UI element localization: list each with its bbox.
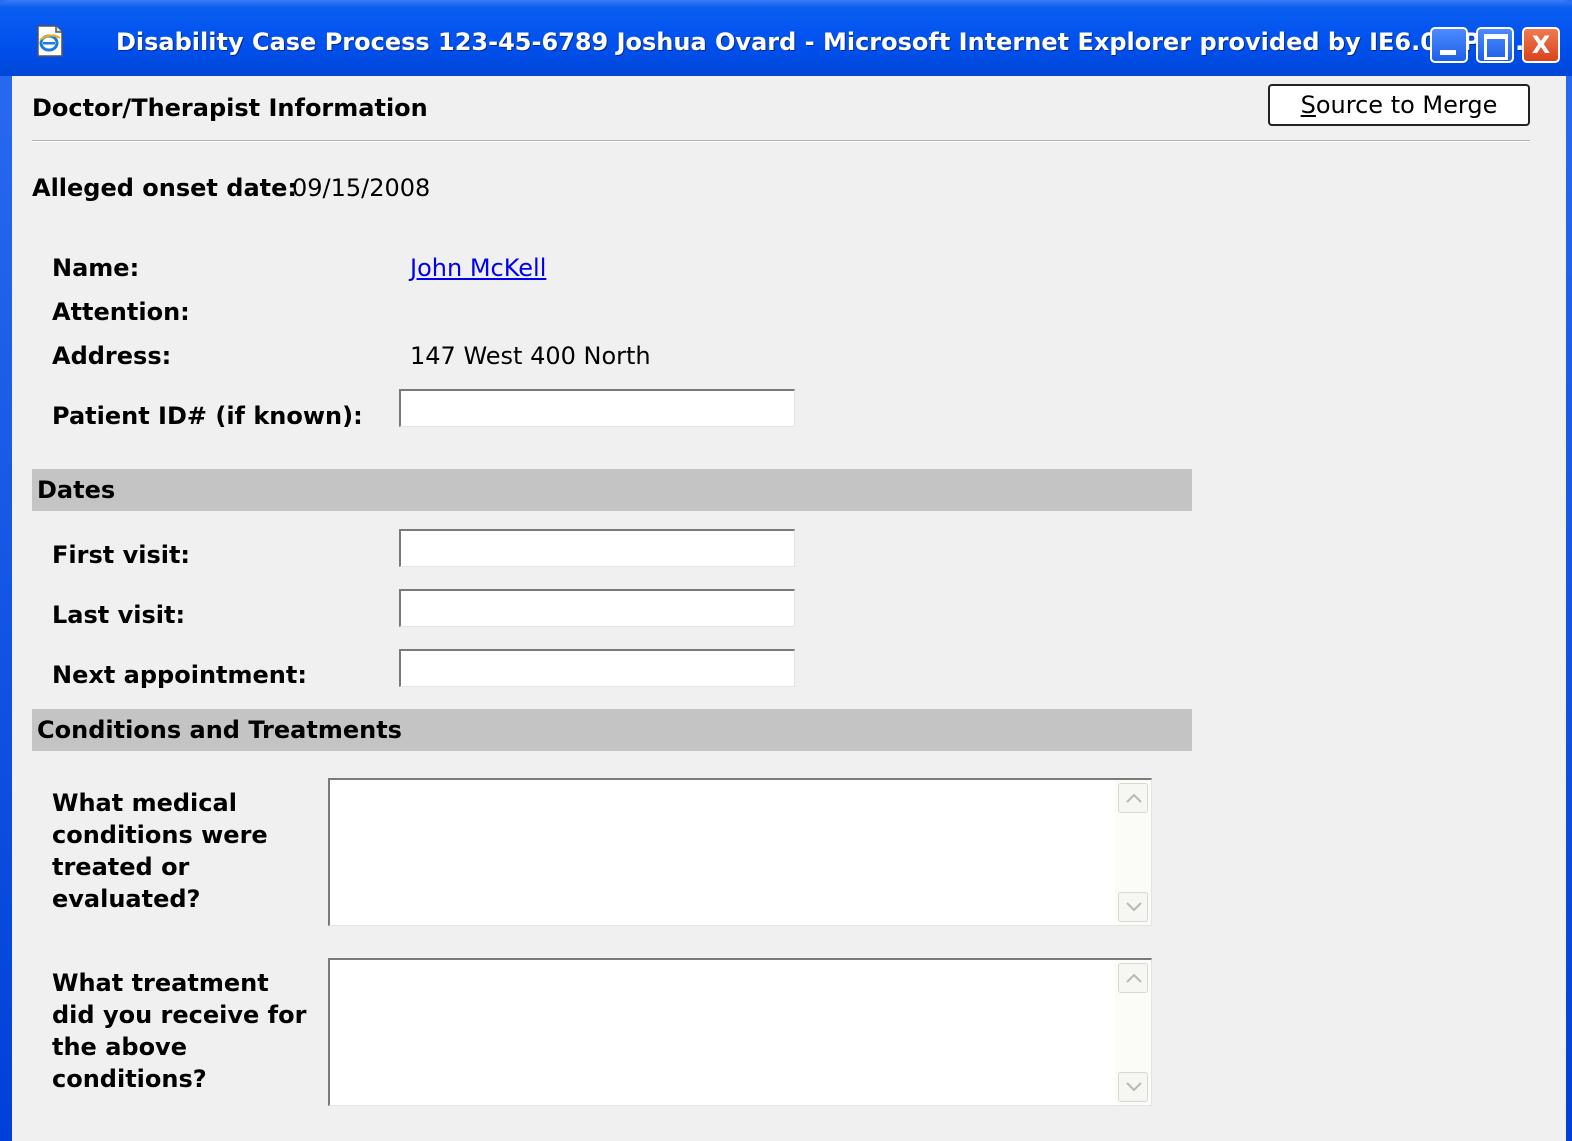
next-appointment-label: Next appointment:: [52, 661, 307, 689]
conditions-section-header: Conditions and Treatments: [32, 709, 1192, 751]
scroll-up-icon[interactable]: [1118, 963, 1148, 993]
maximize-icon[interactable]: [1476, 27, 1514, 63]
merge-button-label: ource to Merge: [1315, 91, 1498, 119]
merge-button-accesskey: S: [1300, 91, 1316, 119]
close-icon[interactable]: X: [1522, 27, 1560, 63]
treatment-textarea[interactable]: [328, 958, 1152, 1106]
conditions-question-label: What medical conditions were treated or …: [52, 789, 268, 913]
conditions-scrollbar[interactable]: [1115, 780, 1151, 925]
last-visit-input[interactable]: [399, 589, 795, 627]
window-title: Disability Case Process 123-45-6789 Josh…: [116, 28, 1525, 56]
title-bar[interactable]: Disability Case Process 123-45-6789 Josh…: [0, 0, 1572, 76]
dates-section-header: Dates: [32, 469, 1192, 511]
address-value: 147 West 400 North: [410, 342, 651, 370]
treatment-scrollbar[interactable]: [1115, 960, 1151, 1105]
scroll-up-icon[interactable]: [1118, 783, 1148, 813]
next-appointment-input[interactable]: [399, 649, 795, 687]
dates-section-title: Dates: [37, 476, 116, 504]
onset-date-label: Alleged onset date:: [32, 174, 297, 202]
conditions-textarea[interactable]: [328, 778, 1152, 926]
address-label: Address:: [52, 342, 172, 370]
attention-label: Attention:: [52, 298, 190, 326]
first-visit-label: First visit:: [52, 541, 191, 569]
onset-date-value: 09/15/2008: [292, 174, 431, 202]
page-content: Doctor/Therapist Information Source to M…: [12, 76, 1566, 1141]
patient-id-input[interactable]: [399, 389, 795, 427]
header-divider: [32, 140, 1530, 142]
patient-id-label: Patient ID# (if known):: [52, 402, 363, 430]
scroll-down-icon[interactable]: [1118, 1072, 1148, 1102]
conditions-section-title: Conditions and Treatments: [37, 716, 402, 744]
browser-window: Disability Case Process 123-45-6789 Josh…: [0, 0, 1572, 1141]
provider-name-link[interactable]: John McKell: [410, 254, 546, 282]
treatment-question-label: What treatment did you receive for the a…: [52, 969, 307, 1093]
close-label: X: [1531, 31, 1551, 59]
page-title: Doctor/Therapist Information: [32, 94, 428, 122]
last-visit-label: Last visit:: [52, 601, 186, 629]
scroll-down-icon[interactable]: [1118, 892, 1148, 922]
minimize-icon[interactable]: [1430, 27, 1468, 63]
first-visit-input[interactable]: [399, 529, 795, 567]
ie-page-icon[interactable]: [30, 24, 70, 58]
source-to-merge-button[interactable]: Source to Merge: [1268, 84, 1530, 126]
name-label: Name:: [52, 254, 140, 282]
